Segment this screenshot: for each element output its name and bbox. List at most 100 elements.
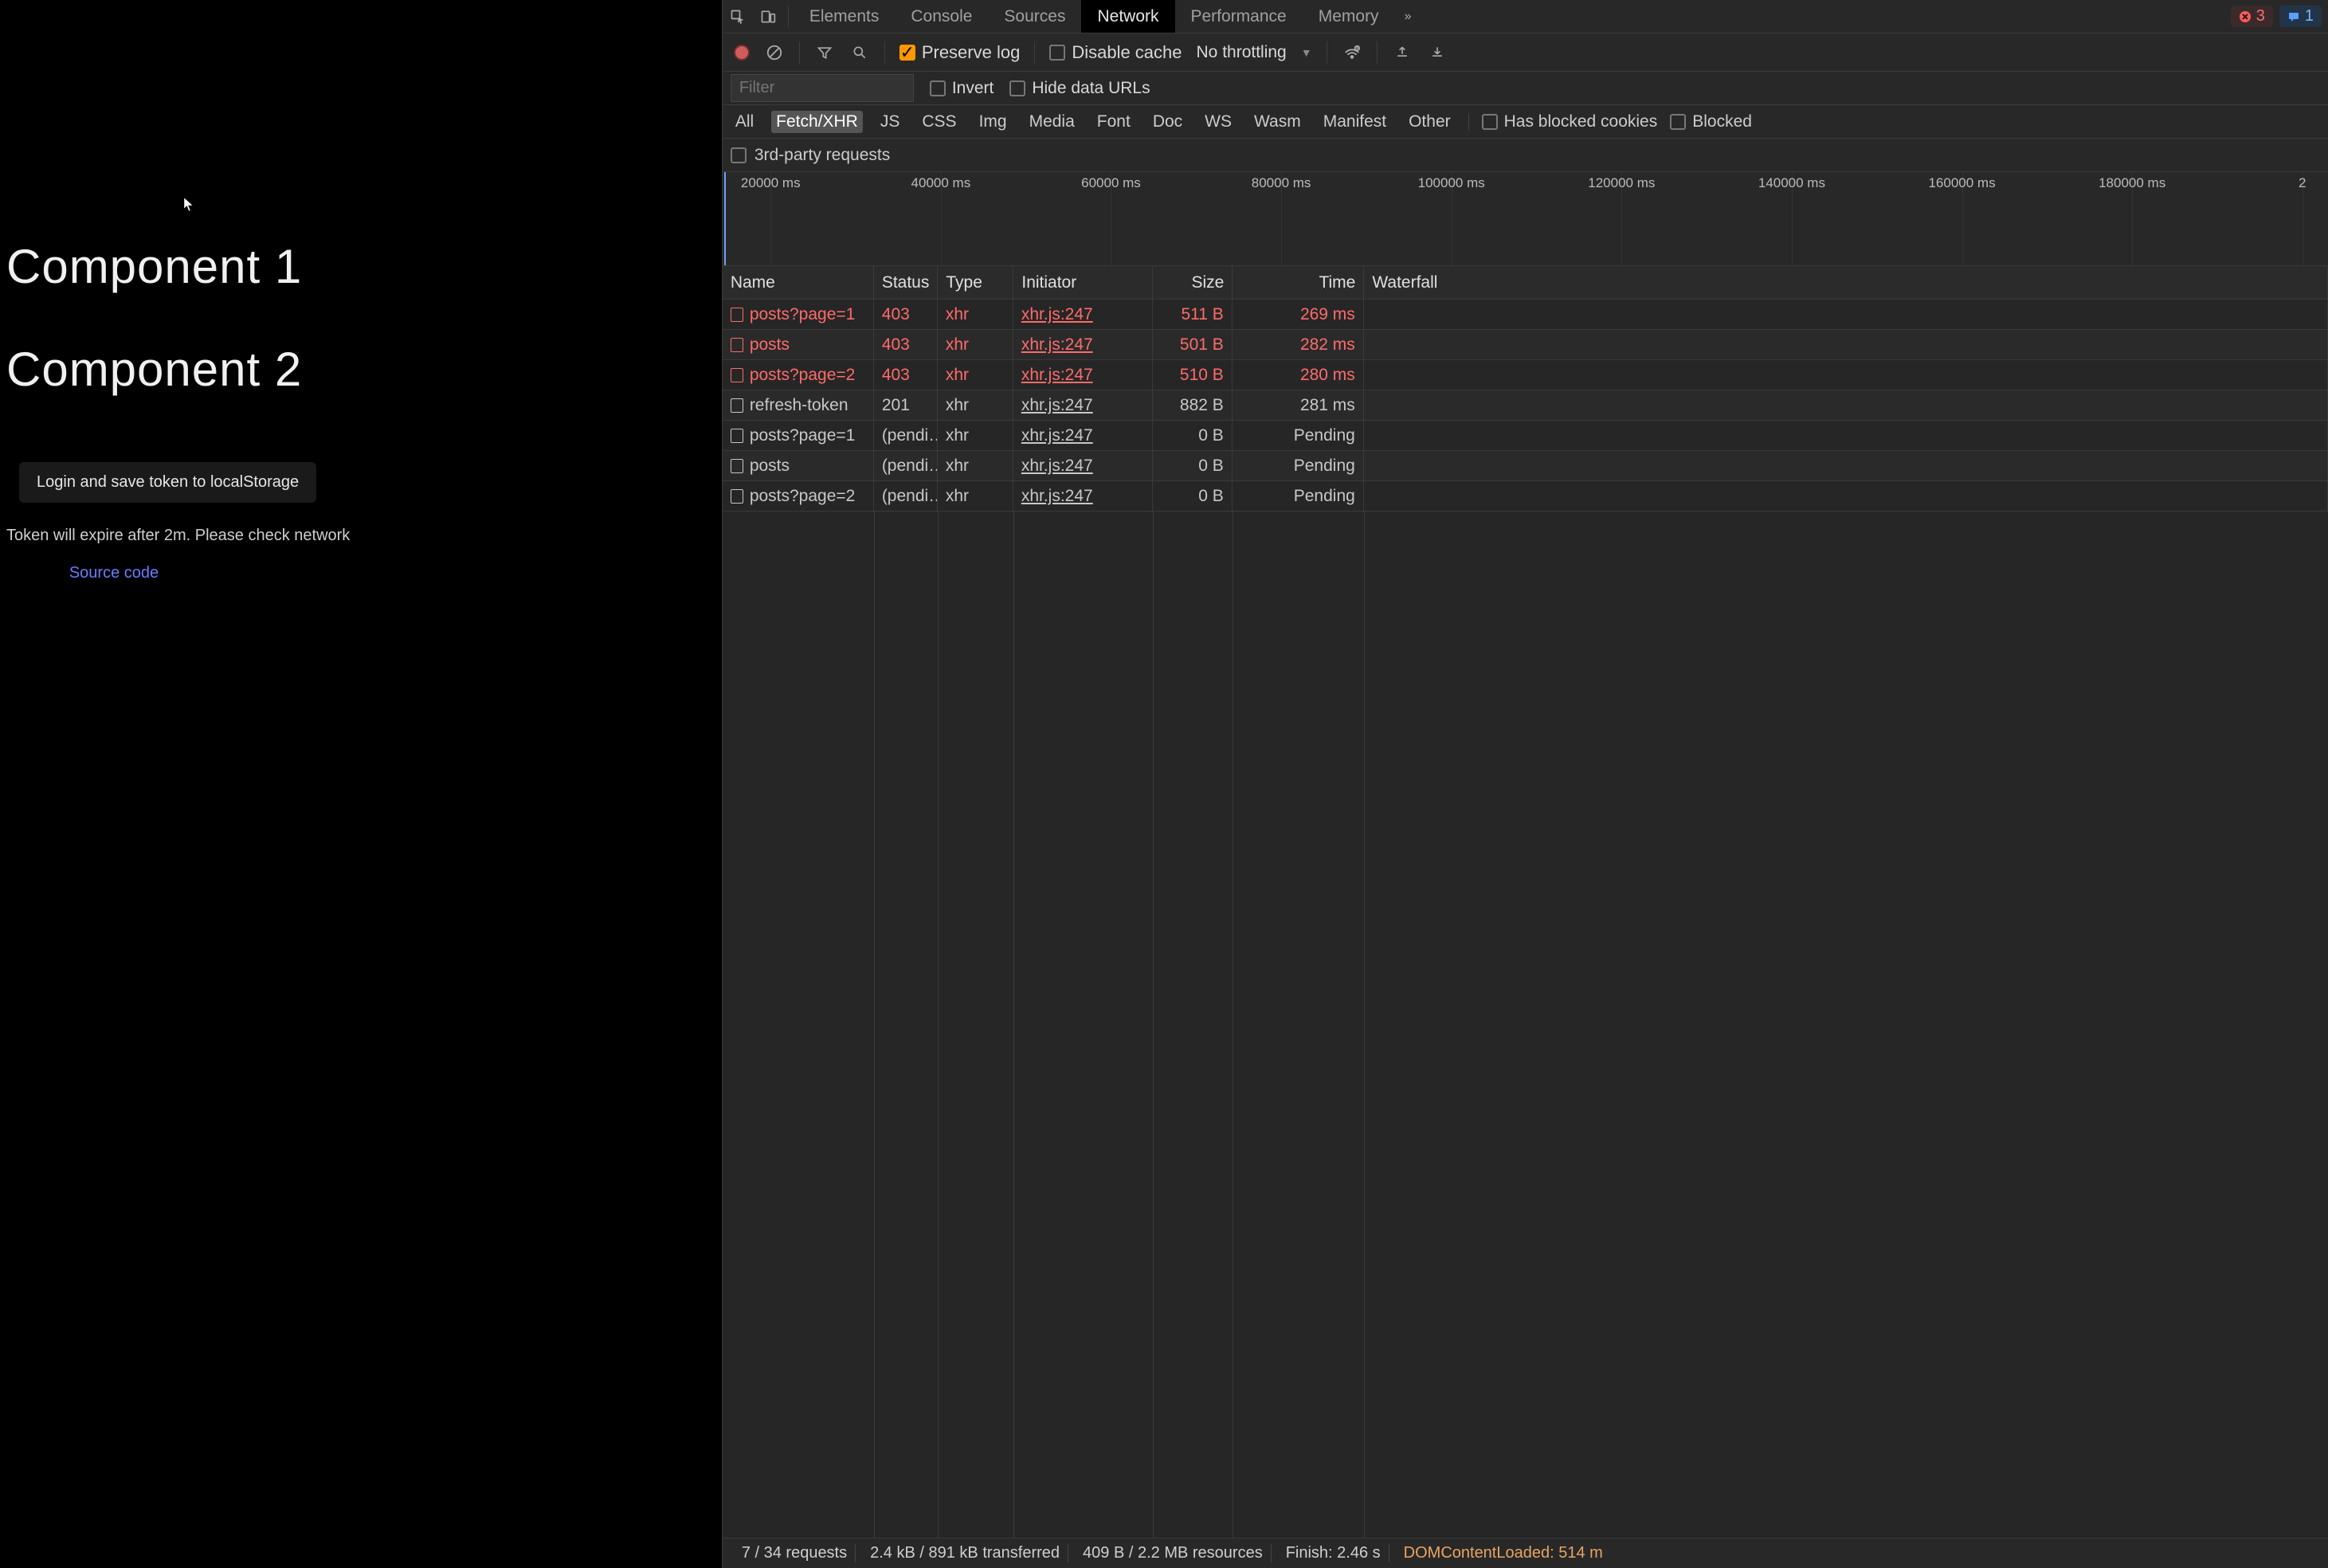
hide-data-urls-checkbox[interactable]: Hide data URLs: [1009, 79, 1150, 98]
filter-input[interactable]: [731, 74, 914, 102]
has-blocked-cookies-checkbox[interactable]: Has blocked cookies: [1482, 112, 1658, 131]
timeline-tick: 40000 ms: [911, 175, 971, 191]
request-size: 882 B: [1153, 390, 1233, 420]
type-filter-js[interactable]: JS: [876, 111, 905, 133]
import-har-icon[interactable]: [1392, 42, 1413, 63]
invert-checkbox[interactable]: Invert: [930, 79, 994, 98]
request-initiator-link[interactable]: xhr.js:247: [1021, 487, 1093, 506]
file-icon: [731, 429, 743, 443]
inspect-element-icon[interactable]: [723, 2, 753, 32]
request-type: xhr: [938, 330, 1013, 359]
request-initiator-link[interactable]: xhr.js:247: [1021, 457, 1093, 476]
type-filter-ws[interactable]: WS: [1200, 111, 1237, 133]
device-toolbar-icon[interactable]: [753, 2, 783, 32]
status-requests: 7 / 34 requests: [734, 1544, 856, 1562]
col-type[interactable]: Type: [938, 266, 1013, 299]
type-filter-wasm[interactable]: Wasm: [1249, 111, 1306, 133]
status-resources: 409 B / 2.2 MB resources: [1075, 1544, 1272, 1562]
hide-data-urls-label: Hide data URLs: [1032, 79, 1150, 98]
clear-button[interactable]: [764, 42, 785, 63]
col-size[interactable]: Size: [1153, 266, 1233, 299]
request-row[interactable]: posts?page=1(pendi…xhrxhr.js:2470 BPendi…: [723, 421, 2328, 451]
source-code-link[interactable]: Source code: [6, 564, 221, 582]
tab-console[interactable]: Console: [895, 0, 988, 33]
type-filter-manifest[interactable]: Manifest: [1319, 111, 1391, 133]
type-filter-media[interactable]: Media: [1025, 111, 1080, 133]
request-name: posts?page=2: [750, 487, 856, 506]
request-initiator-link[interactable]: xhr.js:247: [1021, 305, 1093, 324]
type-filter-fetchxhr[interactable]: Fetch/XHR: [771, 111, 863, 133]
type-filter-other[interactable]: Other: [1404, 111, 1456, 133]
error-count: 3: [2256, 7, 2265, 25]
tab-sources[interactable]: Sources: [988, 0, 1081, 33]
request-row[interactable]: refresh-token201xhrxhr.js:247882 B281 ms: [723, 390, 2328, 421]
request-name: posts?page=2: [750, 366, 856, 385]
record-button[interactable]: [734, 45, 750, 61]
request-waterfall: [1364, 360, 2328, 390]
request-size: 501 B: [1153, 330, 1233, 359]
type-filter-css[interactable]: CSS: [917, 111, 961, 133]
tab-memory[interactable]: Memory: [1303, 0, 1395, 33]
request-name: refresh-token: [750, 396, 849, 415]
type-filter-all[interactable]: All: [731, 111, 758, 133]
col-time[interactable]: Time: [1233, 266, 1364, 299]
request-row[interactable]: posts?page=2403xhrxhr.js:247510 B280 ms: [723, 360, 2328, 390]
timeline-tick: 160000 ms: [1928, 175, 1995, 191]
request-row[interactable]: posts403xhrxhr.js:247501 B282 ms: [723, 330, 2328, 360]
disable-cache-checkbox[interactable]: Disable cache: [1049, 42, 1182, 63]
col-status[interactable]: Status: [874, 266, 939, 299]
search-icon[interactable]: [849, 42, 870, 63]
col-name[interactable]: Name: [723, 266, 874, 299]
component-2-heading: Component 2: [6, 342, 715, 397]
third-party-row: 3rd-party requests: [723, 139, 2328, 172]
col-waterfall[interactable]: Waterfall: [1364, 266, 2328, 299]
request-row[interactable]: posts?page=1403xhrxhr.js:247511 B269 ms: [723, 300, 2328, 330]
preserve-log-checkbox[interactable]: ✓ Preserve log: [899, 42, 1021, 63]
network-status-bar: 7 / 34 requests 2.4 kB / 891 kB transfer…: [723, 1538, 2328, 1568]
request-row[interactable]: posts?page=2(pendi…xhrxhr.js:2470 BPendi…: [723, 481, 2328, 512]
request-time: 269 ms: [1233, 300, 1364, 329]
network-conditions-icon[interactable]: [1342, 42, 1362, 63]
login-button[interactable]: Login and save token to localStorage: [19, 462, 316, 503]
export-har-icon[interactable]: [1427, 42, 1448, 63]
file-icon: [731, 489, 743, 504]
message-count-badge[interactable]: 1: [2279, 6, 2322, 27]
status-transferred: 2.4 kB / 891 kB transferred: [862, 1544, 1068, 1562]
filter-icon[interactable]: [814, 42, 835, 63]
request-waterfall: [1364, 481, 2328, 511]
third-party-label: 3rd-party requests: [754, 146, 890, 165]
request-status: (pendi…: [874, 481, 938, 511]
tab-network[interactable]: Network: [1081, 0, 1174, 33]
request-type: xhr: [938, 451, 1013, 480]
type-filter-doc[interactable]: Doc: [1148, 111, 1187, 133]
type-filter-img[interactable]: Img: [974, 111, 1012, 133]
request-initiator-link[interactable]: xhr.js:247: [1021, 335, 1093, 355]
throttling-select[interactable]: No throttling: [1197, 43, 1287, 62]
blocked-requests-checkbox[interactable]: Blocked: [1670, 112, 1752, 131]
tab-elements[interactable]: Elements: [794, 0, 896, 33]
type-filter-font[interactable]: Font: [1092, 111, 1135, 133]
request-initiator-link[interactable]: xhr.js:247: [1021, 396, 1093, 415]
request-type: xhr: [938, 300, 1013, 329]
request-waterfall: [1364, 300, 2328, 329]
tab-performance[interactable]: Performance: [1175, 0, 1303, 33]
file-icon: [731, 398, 743, 413]
mouse-cursor-icon: [183, 197, 194, 213]
request-row[interactable]: posts(pendi…xhrxhr.js:2470 BPending: [723, 451, 2328, 481]
resource-type-filter: All Fetch/XHR JS CSS Img Media Font Doc WS Wasm Ma…: [723, 105, 2328, 139]
more-tabs-button[interactable]: »: [1395, 10, 1421, 24]
request-name: posts: [750, 335, 790, 355]
timeline-tick: 140000 ms: [1758, 175, 1825, 191]
request-initiator-link[interactable]: xhr.js:247: [1021, 426, 1093, 445]
request-initiator-link[interactable]: xhr.js:247: [1021, 366, 1093, 385]
network-timeline[interactable]: 20000 ms40000 ms60000 ms80000 ms100000 m…: [723, 172, 2328, 266]
request-time: Pending: [1233, 421, 1364, 450]
webpage-pane: Component 1 Component 2 Login and save t…: [0, 0, 722, 1568]
network-request-table: Name Status Type Initiator Size Time Wat…: [723, 266, 2328, 1538]
error-icon: [2239, 10, 2252, 23]
timeline-tick: 20000 ms: [741, 175, 801, 191]
col-initiator[interactable]: Initiator: [1013, 266, 1153, 299]
request-type: xhr: [938, 481, 1013, 511]
error-count-badge[interactable]: 3: [2231, 6, 2273, 27]
third-party-checkbox[interactable]: 3rd-party requests: [731, 146, 890, 165]
